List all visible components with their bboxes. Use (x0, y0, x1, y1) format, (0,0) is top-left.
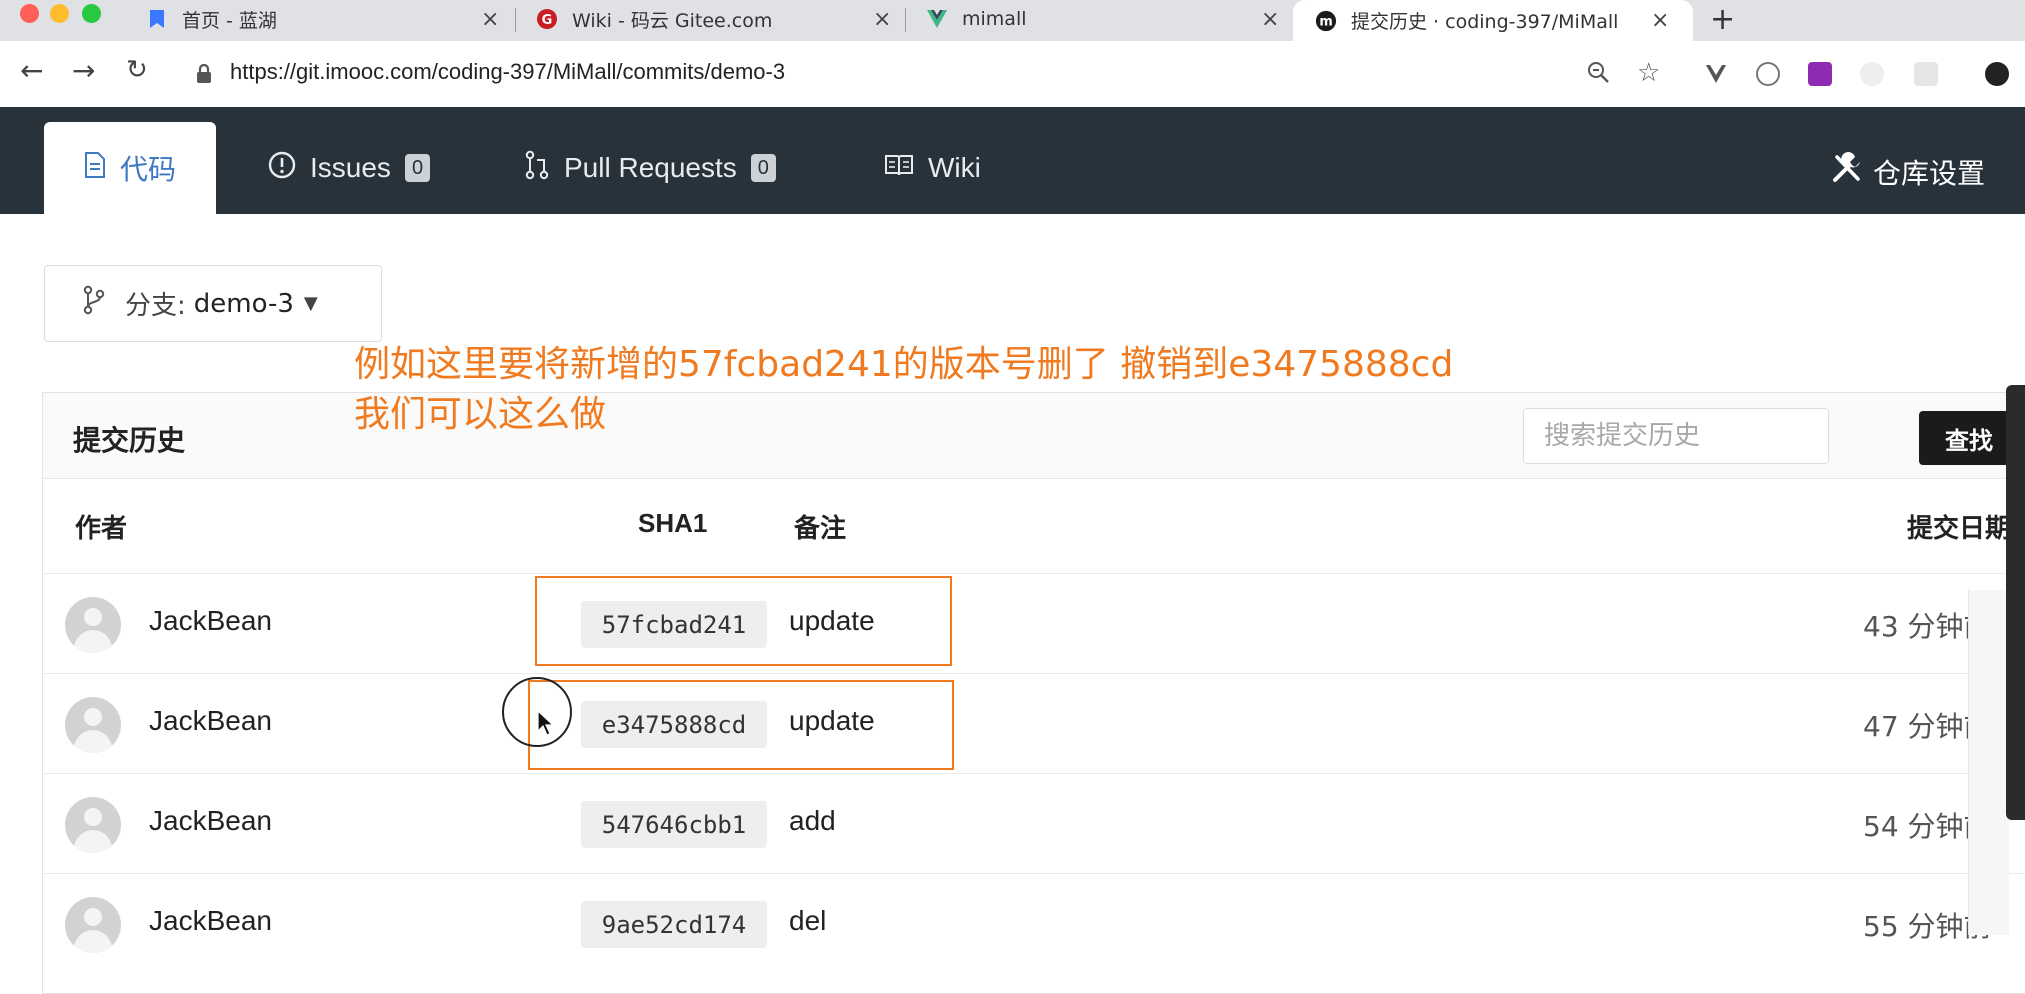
gitee-icon: G (536, 8, 558, 30)
tab-title: 首页 - 蓝湖 (182, 9, 277, 32)
tab-wiki-label: Wiki (928, 152, 981, 183)
extension-circle-icon[interactable] (1756, 62, 1780, 86)
search-commits-input[interactable] (1523, 408, 1829, 464)
browser-tab-strip: 首页 - 蓝湖 × G Wiki - 码云 Gitee.com × mimall… (0, 0, 2025, 41)
avatar (65, 897, 121, 953)
close-tab-icon[interactable]: × (1261, 7, 1279, 32)
reload-icon[interactable]: ↻ (126, 57, 148, 83)
repo-settings-label: 仓库设置 (1872, 157, 1985, 190)
tools-icon (1831, 152, 1863, 192)
profile-avatar-icon[interactable] (1985, 62, 2009, 86)
branch-prefix: 分支: (125, 291, 186, 321)
commit-sha[interactable]: 547646cbb1 (581, 801, 767, 848)
file-icon (84, 151, 106, 185)
address-bar-url[interactable]: https://git.imooc.com/coding-397/MiMall/… (230, 59, 785, 85)
table-row[interactable]: JackBean 57fcbad241 update 43 分钟前 (43, 573, 2025, 674)
chevron-down-icon: ▼ (303, 293, 318, 314)
close-tab-icon[interactable]: × (481, 7, 499, 32)
pull-request-icon (524, 150, 550, 187)
avatar (65, 697, 121, 753)
browser-tab-commits[interactable]: m 提交历史 · coding-397/MiMall × (1293, 0, 1693, 41)
tab-code-label: 代码 (120, 154, 177, 185)
table-row[interactable]: JackBean 9ae52cd174 del 55 分钟前 (43, 873, 2025, 974)
extension-ghost-icon[interactable] (1860, 62, 1884, 86)
tab-code[interactable]: 代码 (44, 122, 217, 214)
commit-author[interactable]: JackBean (149, 905, 272, 937)
avatar (65, 797, 121, 853)
new-tab-icon[interactable]: + (1710, 2, 1735, 37)
tab-wiki[interactable]: Wiki (884, 122, 981, 214)
side-panel-edge (1968, 590, 2009, 935)
extension-grid-icon[interactable] (1914, 62, 1938, 86)
tab-pull-requests[interactable]: Pull Requests 0 (524, 122, 776, 214)
zoom-icon[interactable] (1586, 60, 1610, 88)
tab-title: Wiki - 码云 Gitee.com (572, 9, 773, 32)
close-tab-icon[interactable]: × (1651, 8, 1669, 33)
tab-title: 提交历史 · coding-397/MiMall (1351, 11, 1619, 33)
commit-author[interactable]: JackBean (149, 605, 272, 637)
axure-rp-icon[interactable] (1808, 62, 1832, 86)
commit-sha[interactable]: 9ae52cd174 (581, 901, 767, 948)
branch-selector[interactable]: 分支: demo-3 ▼ (44, 265, 382, 342)
page-title: 提交历史 (73, 424, 186, 457)
minimize-window-button[interactable] (50, 4, 69, 23)
vue-icon (926, 8, 948, 30)
column-header-message: 备注 (794, 514, 847, 544)
close-window-button[interactable] (20, 4, 39, 23)
lanhu-icon (146, 8, 168, 30)
browser-tab-mimall[interactable]: mimall × (926, 0, 1286, 38)
commit-author[interactable]: JackBean (149, 805, 272, 837)
column-header-sha: SHA1 (638, 508, 708, 538)
exclamation-icon (268, 151, 296, 186)
annotation-line-1: 例如这里要将新增的57fcbad241的版本号删了 撤销到e3475888cd (354, 344, 1454, 385)
repo-settings-link[interactable]: 仓库设置 (1831, 152, 1985, 192)
svg-text:G: G (542, 13, 553, 28)
close-tab-icon[interactable]: × (873, 7, 891, 32)
mouse-pointer-icon (537, 709, 555, 740)
search-button[interactable]: 查找 (1919, 411, 2019, 465)
browser-toolbar: ← → ↻ https://git.imooc.com/coding-397/M… (0, 41, 2025, 108)
repo-nav-bar: 代码 Issues 0 Pull Requests 0 Wiki 仓库设置 (0, 107, 2025, 214)
book-icon (884, 153, 914, 184)
svg-text:m: m (1319, 14, 1332, 29)
issues-count-badge: 0 (404, 154, 431, 182)
table-row[interactable]: JackBean e3475888cd update 47 分钟前 (43, 673, 2025, 774)
highlight-box-second-commit (528, 680, 954, 770)
back-icon[interactable]: ← (20, 57, 43, 85)
commit-author[interactable]: JackBean (149, 705, 272, 737)
side-scroll-handle[interactable] (2006, 385, 2025, 820)
commit-message[interactable]: del (789, 905, 826, 937)
bookmark-star-icon[interactable]: ☆ (1637, 60, 1660, 86)
commit-history-panel: 提交历史 查找 作者 SHA1 备注 提交日期 JackBean 57fcbad… (42, 392, 2025, 994)
branch-icon (83, 285, 105, 322)
forward-icon[interactable]: → (72, 57, 95, 85)
lock-icon (196, 63, 212, 88)
pull-requests-count-badge: 0 (750, 154, 776, 182)
vue-devtools-icon[interactable] (1704, 62, 1728, 86)
annotation-line-2: 我们可以这么做 (354, 394, 607, 435)
imooc-icon: m (1315, 10, 1337, 32)
tutorial-annotation: 例如这里要将新增的57fcbad241的版本号删了 撤销到e3475888cd … (354, 340, 1453, 440)
tab-title: mimall (962, 8, 1027, 30)
maximize-window-button[interactable] (82, 4, 101, 23)
tab-issues[interactable]: Issues 0 (268, 122, 431, 214)
highlight-box-first-commit (535, 576, 952, 666)
tab-issues-label: Issues (310, 152, 391, 183)
tab-pull-requests-label: Pull Requests (564, 152, 737, 183)
avatar (65, 597, 121, 653)
commit-message[interactable]: add (789, 805, 836, 837)
browser-tab-gitee[interactable]: G Wiki - 码云 Gitee.com × (536, 0, 896, 38)
browser-tab-lanhu[interactable]: 首页 - 蓝湖 × (146, 0, 506, 38)
column-header-author: 作者 (75, 514, 128, 544)
table-row[interactable]: JackBean 547646cbb1 add 54 分钟前 (43, 773, 2025, 874)
branch-name: demo-3 (193, 288, 294, 319)
